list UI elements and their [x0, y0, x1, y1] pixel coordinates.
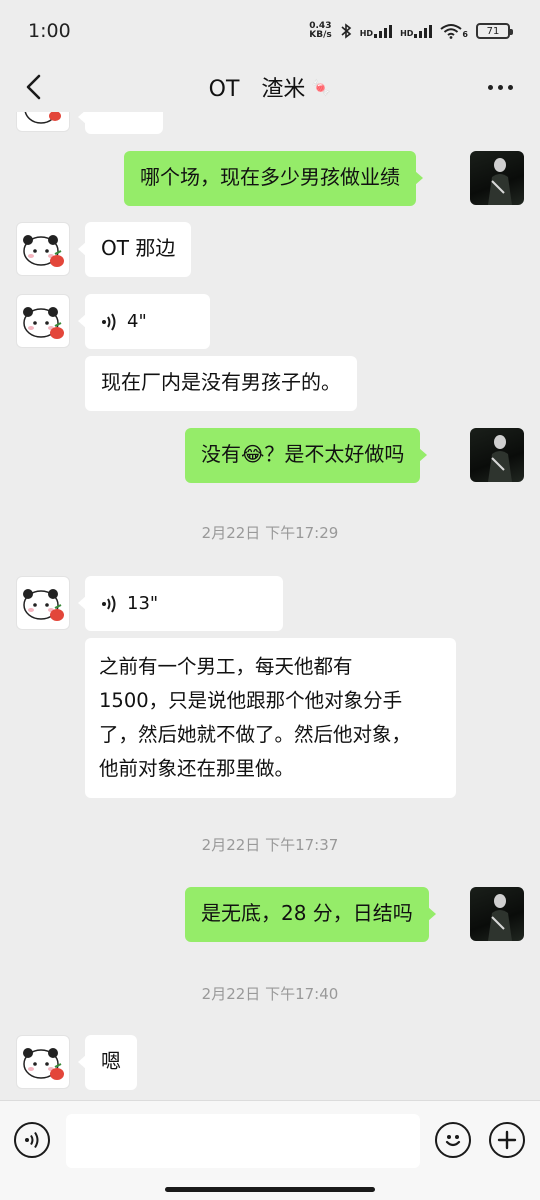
person-photo-icon: [488, 435, 512, 482]
more-icon: [487, 84, 493, 90]
timestamp: 2月22日 下午17:40: [201, 985, 339, 1003]
contact-avatar[interactable]: [16, 294, 70, 348]
self-avatar[interactable]: [470, 151, 524, 205]
chat-messages[interactable]: 哪个场，现在多少男孩做业绩 OT 那边 4" 现在厂内是没有男孩子的。 没有😂？…: [0, 112, 540, 1100]
person-photo-icon: [488, 894, 512, 941]
candy-emoji: 🍬: [311, 77, 332, 97]
panda-avatar-icon: [23, 589, 64, 621]
message-bubble[interactable]: 没有😂？是不太好做吗: [185, 428, 428, 483]
contact-avatar[interactable]: [16, 576, 70, 630]
status-time: 1:00: [28, 20, 71, 42]
timestamp: 2月22日 下午17:37: [201, 836, 339, 854]
voice-wave-icon: [102, 594, 116, 613]
self-avatar[interactable]: [470, 428, 524, 482]
message-bubble[interactable]: 嗯: [78, 1035, 137, 1090]
wifi-icon: 6: [440, 23, 468, 39]
plus-icon: [497, 1130, 517, 1150]
bluetooth-icon: [341, 23, 352, 39]
message-bubble-partial[interactable]: [78, 112, 163, 134]
message-bubble[interactable]: 哪个场，现在多少男孩做业绩: [124, 151, 423, 206]
timestamp: 2月22日 下午17:29: [201, 524, 339, 542]
voice-input-button[interactable]: [14, 1122, 50, 1158]
laughing-emoji: 😂: [241, 442, 265, 466]
battery-indicator: 71: [476, 23, 513, 39]
voice-wave-icon: [102, 312, 116, 331]
back-button[interactable]: [18, 71, 50, 103]
contact-avatar[interactable]: [16, 1035, 70, 1089]
chat-title: OT 渣米 🍬: [208, 77, 332, 102]
panda-avatar-icon: [24, 112, 61, 124]
contact-avatar[interactable]: [16, 222, 70, 276]
status-icons: 0.43 KB/s HD HD 6 71: [309, 21, 513, 40]
chevron-left-icon: [26, 74, 41, 100]
panda-avatar-icon: [23, 1048, 64, 1080]
network-speed: 0.43 KB/s: [309, 21, 332, 40]
cellular-signal-1: HD: [360, 24, 393, 38]
message-bubble[interactable]: OT 那边: [77, 222, 192, 277]
message-bubble[interactable]: 是无底，28 分，日结吗: [185, 887, 436, 942]
emoji-button[interactable]: [435, 1122, 471, 1158]
voice-transcript[interactable]: 现在厂内是没有男孩子的。: [85, 356, 357, 411]
status-bar: 1:00 0.43 KB/s HD HD 6 71: [0, 0, 540, 62]
voice-message[interactable]: 13": [78, 576, 283, 631]
more-button[interactable]: [482, 71, 518, 103]
input-bar: [0, 1100, 540, 1200]
panda-avatar-icon: [23, 307, 64, 339]
home-indicator[interactable]: [165, 1187, 375, 1192]
cellular-signal-2: HD: [400, 24, 433, 38]
self-avatar[interactable]: [470, 887, 524, 941]
emoji-icon: [445, 1135, 461, 1147]
voice-message[interactable]: 4": [78, 294, 210, 349]
message-input[interactable]: [66, 1114, 420, 1168]
person-photo-icon: [488, 158, 512, 205]
more-actions-button[interactable]: [489, 1122, 525, 1158]
voice-transcript[interactable]: 之前有一个男工，每天他都有 1500，只是说他跟那个他对象分手 了，然后她就不做…: [85, 638, 456, 798]
voice-input-icon: [25, 1131, 39, 1149]
panda-avatar-icon: [23, 235, 64, 267]
contact-avatar[interactable]: [16, 112, 70, 132]
chat-header: OT 渣米 🍬: [0, 62, 540, 112]
